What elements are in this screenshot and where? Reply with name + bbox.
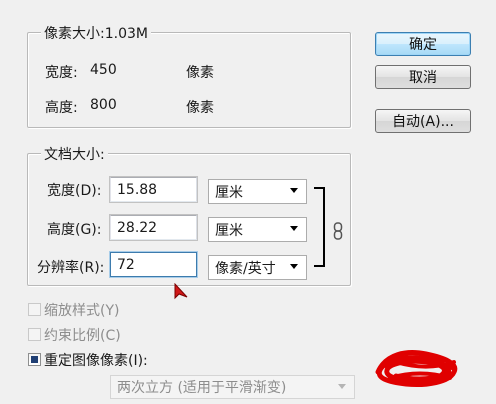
doc-width-input[interactable]: 15.88 <box>109 176 198 203</box>
resolution-unit-select[interactable]: 像素/英寸 <box>208 255 307 280</box>
doc-width-label: 宽度(D): <box>47 183 102 199</box>
resample-image-checkbox[interactable] <box>28 353 41 366</box>
doc-height-unit-select[interactable]: 厘米 <box>208 217 307 242</box>
pixel-width-value: 450 <box>90 62 117 78</box>
chevron-down-icon <box>290 226 298 231</box>
chevron-down-icon <box>290 188 298 193</box>
doc-height-input[interactable]: 28.22 <box>109 214 198 241</box>
doc-width-unit-select[interactable]: 厘米 <box>208 179 307 204</box>
pixel-height-unit: 像素 <box>186 100 214 116</box>
pixel-dimensions-legend: 像素大小:1.03M <box>41 23 151 43</box>
constrain-proportions-label: 约束比例(C) <box>44 328 121 344</box>
doc-height-label: 高度(G): <box>47 222 102 238</box>
cancel-button[interactable]: 取消 <box>375 65 471 89</box>
red-scribble <box>375 350 458 387</box>
scale-styles-checkbox[interactable] <box>28 303 41 316</box>
resolution-label: 分辨率(R): <box>37 260 105 276</box>
resample-method-select[interactable]: 两次立方 (适用于平滑渐变) <box>110 375 355 399</box>
pixel-height-value: 800 <box>90 97 117 113</box>
resample-method-value: 两次立方 (适用于平滑渐变) <box>117 380 287 396</box>
resolution-unit-value: 像素/英寸 <box>215 260 276 277</box>
resample-image-label: 重定图像像素(I): <box>44 353 148 369</box>
auto-button[interactable]: 自动(A)... <box>375 109 471 133</box>
pixel-width-unit: 像素 <box>186 65 214 81</box>
constrain-proportions-checkbox[interactable] <box>28 328 41 341</box>
resolution-input[interactable]: 72 <box>109 251 198 278</box>
chevron-down-icon <box>338 384 346 389</box>
pixel-height-label: 高度: <box>45 100 78 116</box>
document-size-legend: 文档大小: <box>41 144 108 164</box>
ok-button[interactable]: 确定 <box>375 32 471 56</box>
doc-height-unit-value: 厘米 <box>215 222 243 239</box>
doc-width-unit-value: 厘米 <box>215 184 243 201</box>
scale-styles-label: 缩放样式(Y) <box>44 303 120 319</box>
chevron-down-icon <box>290 264 298 269</box>
chain-link-icon <box>333 222 343 240</box>
pixel-width-label: 宽度: <box>45 65 78 81</box>
cursor-icon <box>174 283 188 300</box>
